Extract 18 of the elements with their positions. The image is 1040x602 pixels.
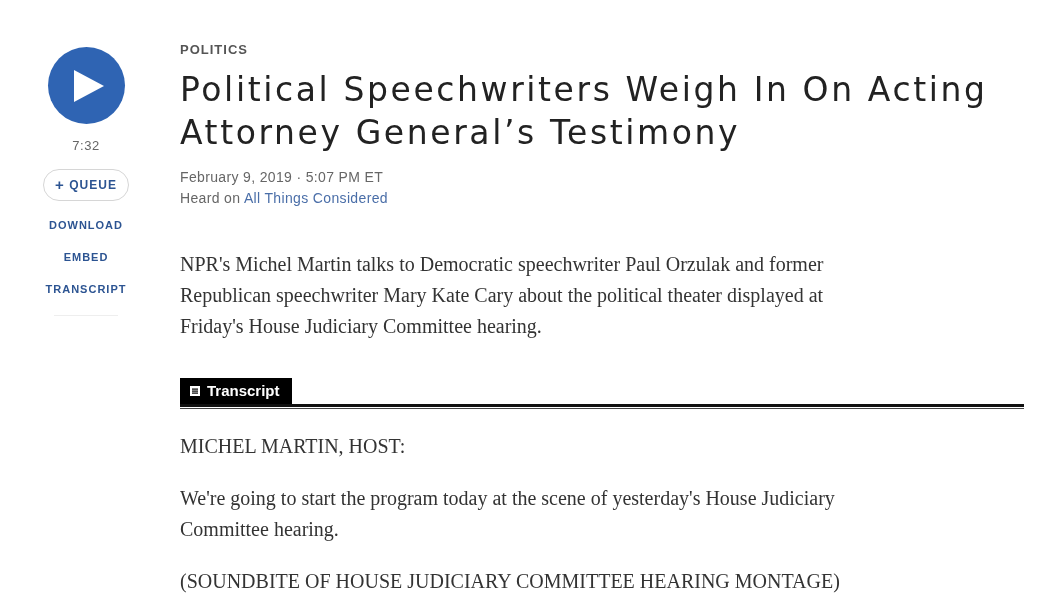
article-summary: NPR's Michel Martin talks to Democratic speechwriter Paul Orzulak and former Republican speechwriter Mary Kate Cary about the political theater displayed at Friday's House Judiciary Committee hearing. <box>180 252 825 340</box>
action-link[interactable]: TRANSCRIPT <box>45 281 127 297</box>
duration-label: 7:32 <box>72 138 100 154</box>
action-link[interactable]: DOWNLOAD <box>49 217 123 233</box>
transcript-paragraph: MICHEL MARTIN, HOST: <box>180 434 407 459</box>
transcript-paragraph: We're going to start the program today at the scene of yesterday's House Judiciary Committee hearing. <box>180 486 836 543</box>
plus-icon: + <box>55 177 65 193</box>
document-icon <box>190 386 200 396</box>
action-link[interactable]: EMBED <box>63 249 109 265</box>
play-icon <box>74 69 104 102</box>
heard-on-line: Heard on All Things Considered <box>180 189 388 208</box>
transcript-heading-text: Transcript <box>207 382 280 400</box>
program-link[interactable]: All Things Considered <box>243 190 388 206</box>
queue-button[interactable]: + QUEUE <box>43 169 129 201</box>
section-link[interactable]: POLITICS <box>180 42 248 58</box>
dateline: February 9, 2019 · 5:07 PM ET <box>180 168 384 187</box>
article-title: Political Speechwriters Weigh In On Acting Attorney General’s Testimony <box>180 69 989 154</box>
transcript-paragraph: (SOUNDBITE OF HOUSE JUDICIARY COMMITTEE HEARING MONTAGE) <box>180 569 841 595</box>
